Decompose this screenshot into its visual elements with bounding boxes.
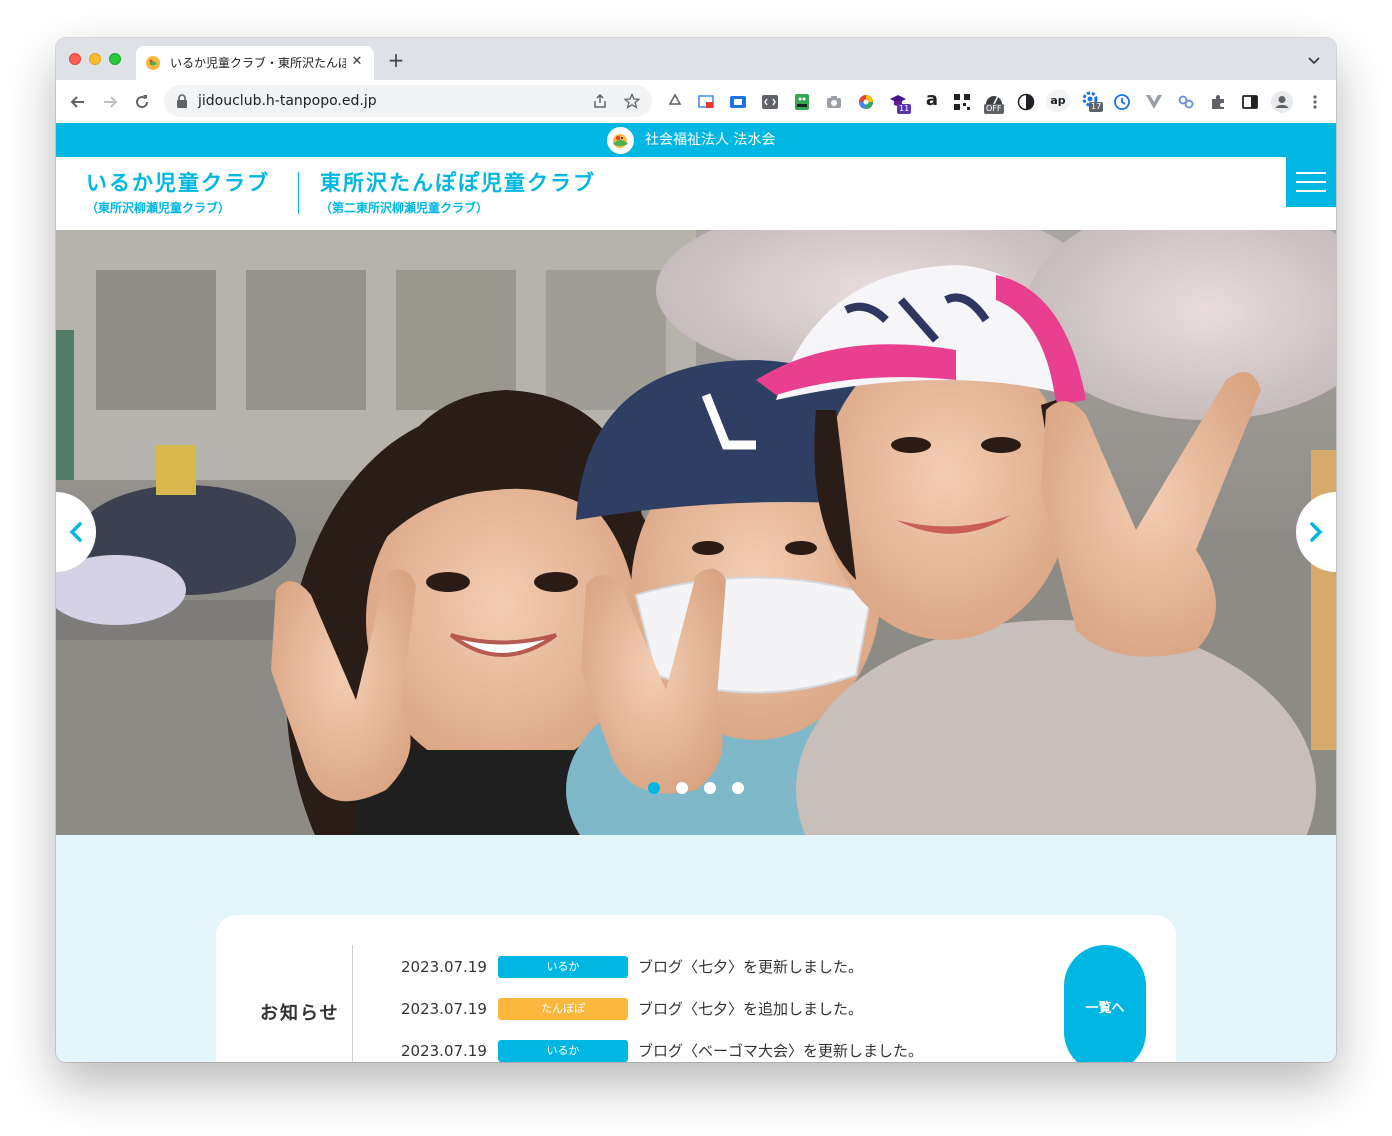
news-item[interactable]: 2023.07.19 たんぽぽ ブログ〈七夕〉を追加しました。 [401, 997, 1041, 1021]
devtools-extension-icon[interactable] [761, 93, 779, 111]
extension-badge: 17 [1089, 102, 1104, 112]
hamburger-line [1296, 181, 1326, 183]
web-page: 社会福祉法人 法水会 いるか児童クラブ （東所沢柳瀬児童クラブ） 東所沢たんぽぽ… [56, 123, 1336, 1062]
news-tag-iruka: いるか [498, 956, 628, 978]
club-tanpopo-link[interactable]: 東所沢たんぽぽ児童クラブ （第二東所沢柳瀬児童クラブ） [320, 170, 596, 216]
green-extension-icon[interactable] [793, 93, 811, 111]
ap-extension-icon[interactable]: ap [1046, 90, 1070, 112]
recycle-extension-icon[interactable] [666, 93, 684, 111]
maximize-window-button[interactable] [109, 53, 121, 65]
club-tanpopo-subname: （第二東所沢柳瀬児童クラブ） [320, 201, 489, 215]
tab-title: いるか児童クラブ・東所沢たんぽぽ児童クラブ [170, 56, 346, 70]
club-tanpopo-name: 東所沢たんぽぽ児童クラブ [320, 171, 596, 195]
color-picker-extension-icon[interactable] [857, 93, 875, 111]
club-iruka-subname: （東所沢柳瀬児童クラブ） [86, 201, 231, 215]
vue-extension-icon[interactable] [1145, 93, 1163, 111]
news-date: 2023.07.19 [401, 958, 487, 976]
chevron-right-icon [1310, 522, 1323, 542]
gear-extension[interactable]: 17 [1081, 90, 1105, 116]
site-header: いるか児童クラブ （東所沢柳瀬児童クラブ） 東所沢たんぽぽ児童クラブ （第二東所… [56, 157, 1336, 230]
chevron-left-icon [69, 522, 82, 542]
hamburger-menu-button[interactable] [1286, 157, 1336, 207]
corporation-name: 社会福祉法人 法水会 [645, 132, 776, 148]
browser-window: いるか児童クラブ・東所沢たんぽぽ児童クラブ ✕ + [56, 38, 1336, 1062]
link-extension-icon[interactable] [1177, 93, 1195, 111]
side-panel-icon[interactable] [1241, 93, 1259, 111]
amazon-extension-icon[interactable]: a [923, 90, 941, 112]
minimize-window-button[interactable] [89, 53, 101, 65]
code-extension-icon[interactable] [729, 93, 747, 111]
hamburger-line [1296, 190, 1326, 192]
back-arrow-icon [70, 96, 84, 108]
extension-badge: 11 [897, 104, 912, 114]
news-date: 2023.07.19 [401, 1042, 487, 1060]
club-iruka-name: いるか児童クラブ [86, 171, 270, 195]
hamburger-line [1296, 172, 1326, 174]
hero-image [56, 230, 1336, 835]
news-tag-iruka: いるか [498, 1040, 628, 1062]
club-iruka-link[interactable]: いるか児童クラブ （東所沢柳瀬児童クラブ） [86, 170, 270, 216]
tab-strip: いるか児童クラブ・東所沢たんぽぽ児童クラブ ✕ + [56, 38, 1336, 80]
news-list-more-button[interactable]: 一覧へ [1064, 945, 1146, 1062]
news-separator [352, 945, 353, 1062]
forward-arrow-icon [104, 96, 118, 108]
camera-extension-icon[interactable] [825, 93, 843, 111]
tab-search-chevron-icon[interactable] [1306, 52, 1322, 68]
history-clock-extension-icon[interactable] [1113, 93, 1131, 111]
speedometer-extension[interactable]: OFF [984, 90, 1008, 116]
puzzle-extensions-icon[interactable] [1209, 93, 1227, 111]
browser-toolbar: jidouclub.h-tanpopo.ed.jp 11 a OFF ap 17 [56, 80, 1336, 124]
news-title-link[interactable]: ブログ〈七夕〉を更新しました。 [638, 957, 863, 977]
news-item[interactable]: 2023.07.19 いるか ブログ〈七夕〉を更新しました。 [401, 955, 1041, 979]
profile-avatar-icon[interactable] [1271, 91, 1293, 113]
share-icon[interactable] [592, 93, 608, 109]
news-title-link[interactable]: ブログ〈ベーゴマ大会〉を更新しました。 [638, 1041, 923, 1061]
hero-slider [56, 230, 1336, 835]
tab-close-icon[interactable]: ✕ [348, 53, 366, 71]
news-date: 2023.07.19 [401, 1000, 487, 1018]
browser-tab-active[interactable]: いるか児童クラブ・東所沢たんぽぽ児童クラブ ✕ [136, 46, 374, 80]
corporation-logo-icon [607, 127, 634, 154]
screenshot-extension-icon[interactable] [697, 93, 715, 111]
qr-code-extension-icon[interactable] [953, 93, 971, 111]
corporation-bar: 社会福祉法人 法水会 [56, 123, 1336, 157]
news-heading: お知らせ [260, 1003, 340, 1024]
browser-menu-dots-icon[interactable] [1306, 93, 1324, 111]
new-tab-button[interactable]: + [386, 50, 406, 70]
graduation-extension[interactable]: 11 [889, 92, 912, 114]
news-item[interactable]: 2023.07.19 いるか ブログ〈ベーゴマ大会〉を更新しました。 [401, 1039, 1041, 1062]
news-title-link[interactable]: ブログ〈七夕〉を追加しました。 [638, 999, 863, 1019]
extension-badge-off: OFF [984, 104, 1004, 114]
bookmark-star-icon[interactable] [624, 93, 640, 109]
forward-button[interactable] [98, 90, 122, 114]
close-window-button[interactable] [69, 53, 81, 65]
slider-dot-1[interactable] [648, 782, 660, 794]
slider-dot-2[interactable] [676, 782, 688, 794]
slider-dot-3[interactable] [704, 782, 716, 794]
url-text: jidouclub.h-tanpopo.ed.jp [198, 93, 377, 109]
lock-icon [177, 94, 187, 108]
reload-button[interactable] [130, 90, 154, 114]
half-circle-extension-icon[interactable] [1017, 93, 1035, 111]
slider-pagination [646, 782, 746, 796]
news-tag-tanpopo: たんぽぽ [498, 998, 628, 1020]
address-bar[interactable]: jidouclub.h-tanpopo.ed.jp [164, 85, 652, 117]
back-button[interactable] [66, 90, 90, 114]
reload-icon [136, 95, 149, 109]
header-divider [298, 172, 299, 214]
slider-dot-4[interactable] [732, 782, 744, 794]
news-card: お知らせ 2023.07.19 いるか ブログ〈七夕〉を更新しました。 2023… [216, 915, 1176, 1062]
site-favicon-icon [146, 56, 160, 70]
